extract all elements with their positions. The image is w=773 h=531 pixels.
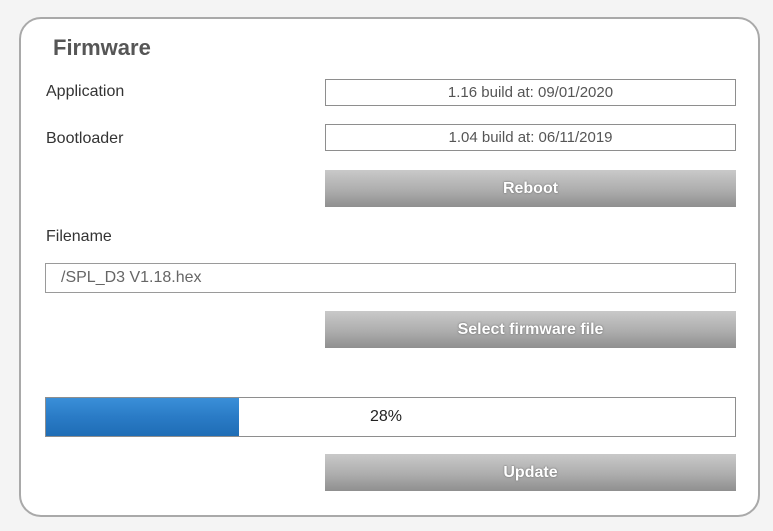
- filename-label: Filename: [46, 228, 112, 245]
- application-version-field: 1.16 build at: 09/01/2020: [325, 79, 736, 106]
- reboot-button[interactable]: Reboot: [325, 170, 736, 207]
- filename-input[interactable]: [45, 263, 736, 293]
- bootloader-version-field: 1.04 build at: 06/11/2019: [325, 124, 736, 151]
- progress-percent-text: 28%: [370, 408, 403, 425]
- select-firmware-file-button[interactable]: Select firmware file: [325, 311, 736, 348]
- bootloader-label: Bootloader: [46, 130, 124, 147]
- upload-progress-bar: 28%: [45, 397, 736, 437]
- application-label: Application: [46, 83, 125, 100]
- update-button[interactable]: Update: [325, 454, 736, 491]
- progress-fill: [46, 398, 239, 436]
- panel-title: Firmware: [53, 35, 151, 60]
